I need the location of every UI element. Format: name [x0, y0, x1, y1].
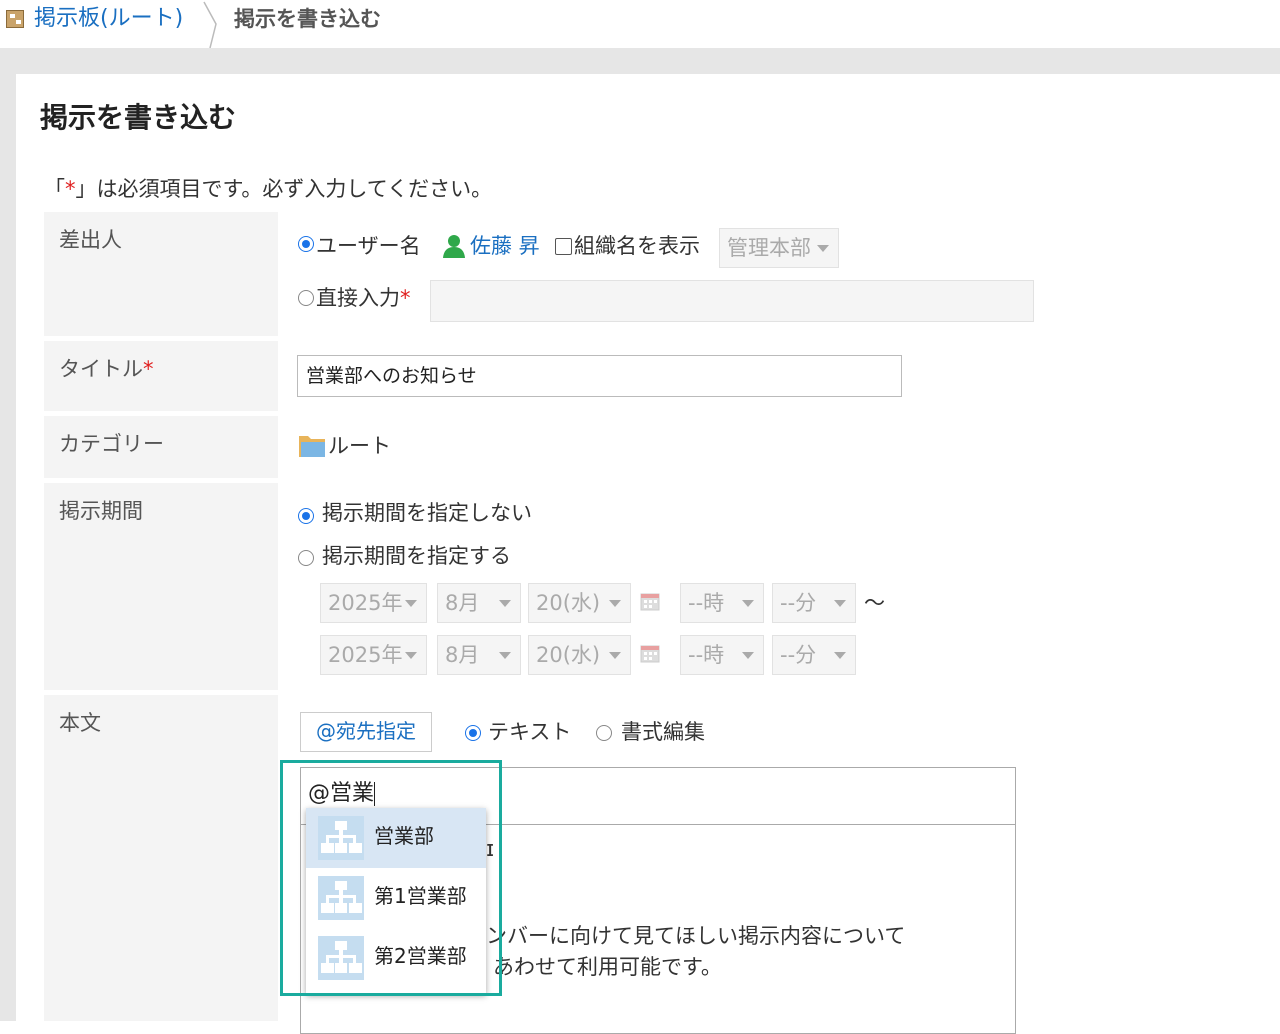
mode-text-radio[interactable] [465, 725, 481, 741]
bulletin-board-icon [6, 10, 24, 28]
start-day-select[interactable]: 20(水) [528, 583, 631, 623]
start-hour-select[interactable]: --時 [680, 583, 764, 623]
mode-rich-radio[interactable] [596, 725, 612, 741]
mention-button[interactable]: @宛先指定 [300, 712, 432, 752]
required-note: 「*」は必須項目です。必ず入力してください。 [44, 177, 493, 201]
end-day-select[interactable]: 20(水) [528, 635, 631, 675]
start-minute-select[interactable]: --分 [772, 583, 856, 623]
breadcrumb-root-link[interactable]: 掲示板(ルート) [34, 4, 183, 34]
category-label: カテゴリー [44, 416, 278, 478]
start-calendar-icon[interactable] [640, 591, 660, 611]
sender-direct-radio[interactable] [298, 290, 314, 306]
show-org-label[interactable]: 組織名を表示 [574, 232, 700, 260]
mention-suggestion-list: 営業部 第1営業部 第2営業部 [306, 808, 486, 994]
organization-icon [318, 876, 364, 920]
breadcrumb-current: 掲示を書き込む [234, 7, 381, 31]
mode-text-option[interactable]: テキスト [488, 718, 571, 746]
sender-user-link[interactable]: 佐藤 昇 [470, 232, 540, 260]
suggestion-label: 第2営業部 [374, 944, 467, 968]
sender-label: 差出人 [44, 212, 278, 336]
sender-direct-input[interactable] [430, 280, 1034, 322]
category-value[interactable]: ルート [328, 432, 391, 460]
period-set-option[interactable]: 掲示期間を指定する [322, 542, 511, 570]
header-divider [0, 48, 1280, 74]
suggestion-item-sales-1[interactable]: 第1営業部 [306, 870, 486, 930]
folder-icon [299, 436, 325, 457]
show-org-checkbox[interactable] [555, 238, 572, 255]
body-label: 本文 [44, 695, 278, 1021]
suggestion-item-sales[interactable]: 営業部 [306, 808, 486, 868]
body-text-line3: あわせて利用可能です。 [493, 955, 722, 979]
mention-input-value: @営業 [308, 781, 376, 806]
page-title: 掲示を書き込む [40, 101, 237, 134]
start-year-select[interactable]: 2025年 [320, 583, 427, 623]
period-none-radio[interactable] [298, 508, 314, 524]
period-label: 掲示期間 [44, 483, 278, 690]
breadcrumb-bar [0, 0, 1280, 48]
period-tilde: 〜 [864, 591, 885, 615]
end-hour-select[interactable]: --時 [680, 635, 764, 675]
start-month-select[interactable]: 8月 [437, 583, 521, 623]
end-month-select[interactable]: 8月 [437, 635, 521, 675]
body-text-line2: ンバーに向けて見てほしい掲示内容について [486, 924, 906, 948]
org-select[interactable]: 管理本部 [719, 228, 839, 268]
mode-rich-option[interactable]: 書式編集 [621, 718, 705, 746]
suggestion-item-sales-2[interactable]: 第2営業部 [306, 930, 486, 990]
sender-direct-option[interactable]: 直接入力* [316, 284, 411, 312]
suggestion-label: 第1営業部 [374, 884, 467, 908]
organization-icon [318, 816, 364, 860]
left-gutter [0, 74, 16, 1021]
suggestion-label: 営業部 [374, 824, 434, 848]
sender-username-option[interactable]: ユーザー名 [316, 232, 421, 260]
breadcrumb-separator-icon [203, 1, 217, 48]
end-year-select[interactable]: 2025年 [320, 635, 427, 675]
sender-username-radio[interactable] [298, 236, 314, 252]
end-calendar-icon[interactable] [640, 643, 660, 663]
organization-icon [318, 936, 364, 980]
period-set-radio[interactable] [298, 550, 314, 566]
body-text-line1: ɪ [486, 837, 495, 862]
end-minute-select[interactable]: --分 [772, 635, 856, 675]
period-none-option[interactable]: 掲示期間を指定しない [322, 499, 532, 527]
title-label: タイトル* [44, 341, 278, 411]
title-input[interactable]: 営業部へのお知らせ [297, 355, 902, 397]
user-icon [443, 235, 465, 258]
